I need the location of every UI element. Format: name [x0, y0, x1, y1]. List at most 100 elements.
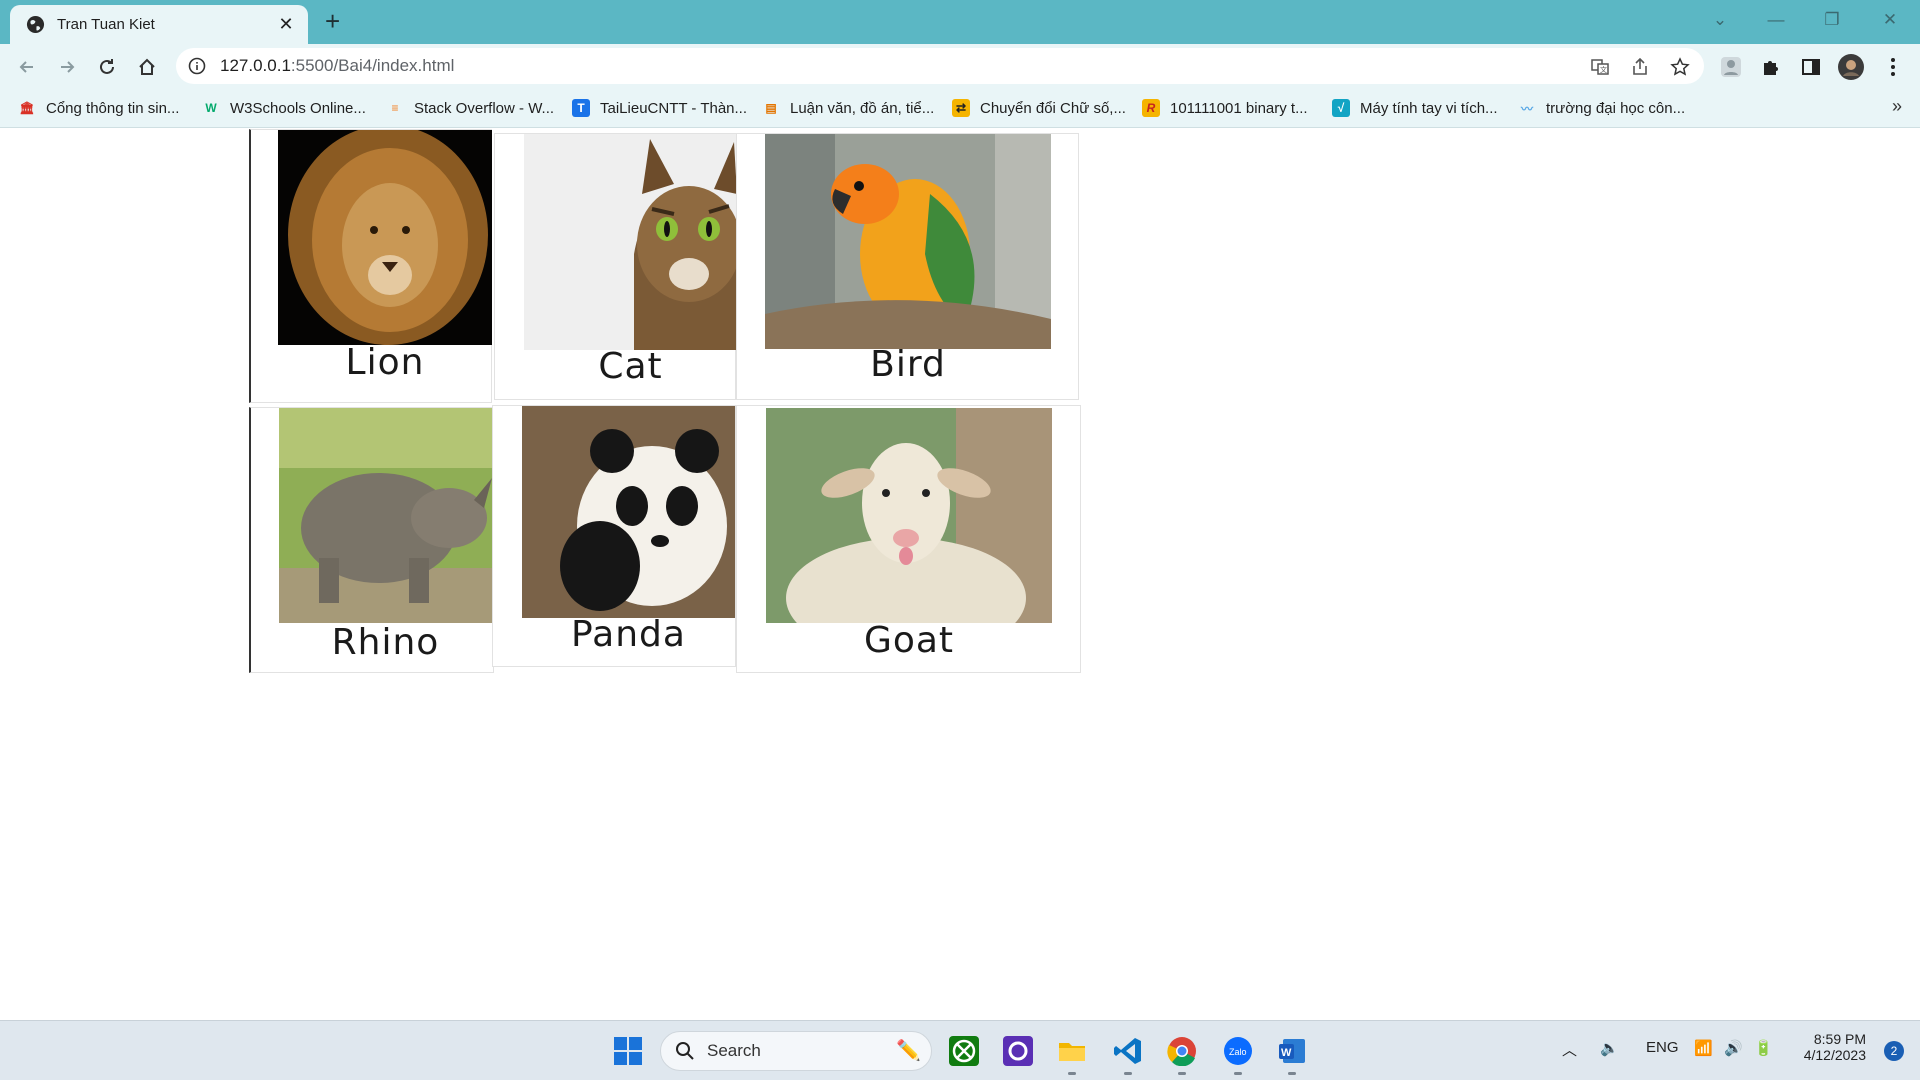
gallery-card-goat: Goat	[736, 405, 1081, 673]
site-info-icon[interactable]	[188, 57, 206, 75]
bookmark-star-icon[interactable]	[1670, 57, 1690, 77]
browser-toolbar: 127.0.0.1:5500/Bai4/index.html 文	[0, 44, 1920, 88]
bookmarks-overflow-icon[interactable]: »	[1892, 96, 1902, 117]
running-indicator	[1288, 1072, 1296, 1075]
person-extension-icon	[1721, 57, 1741, 77]
rhino-photo	[279, 408, 492, 623]
bookmark-item[interactable]: ▤ Luận văn, đồ án, tiể...	[762, 96, 934, 120]
bookmark-item[interactable]: ⇄ Chuyển đổi Chữ số,...	[952, 96, 1126, 120]
home-button[interactable]	[132, 52, 162, 82]
bookmark-item[interactable]: T TaiLieuCNTT - Thàn...	[572, 96, 747, 120]
reload-icon	[100, 59, 114, 74]
language-indicator[interactable]: ENG	[1646, 1039, 1679, 1056]
gallery-card-cat: Cat	[494, 133, 737, 400]
card-caption: Bird	[870, 344, 946, 385]
address-url: 127.0.0.1:5500/Bai4/index.html	[220, 56, 455, 75]
restore-button[interactable]: ❐	[1804, 0, 1860, 40]
avatar-icon	[1838, 54, 1864, 80]
taskbar-app-vscode[interactable]	[1110, 1033, 1146, 1075]
gallery-card-lion: Lion	[249, 129, 492, 403]
card-caption: Cat	[598, 346, 663, 387]
translate-icon[interactable]: 文	[1590, 57, 1610, 77]
address-bar[interactable]: 127.0.0.1:5500/Bai4/index.html 文	[176, 48, 1704, 84]
cat-photo	[524, 134, 737, 350]
speaker-icon[interactable]: 🔈	[1600, 1039, 1619, 1057]
folder-icon	[1059, 1043, 1085, 1061]
clock-date: 4/12/2023	[1803, 1047, 1866, 1063]
bookmark-item[interactable]: R 101111001 binary t...	[1142, 96, 1308, 120]
taskbar-app-xbox[interactable]	[946, 1033, 982, 1069]
profile-avatar-button[interactable]	[1838, 54, 1864, 80]
card-caption: Goat	[863, 620, 955, 661]
vscode-icon	[1114, 1038, 1141, 1064]
gallery-card-bird: Bird	[736, 133, 1079, 400]
taskbar-app-word[interactable]: W	[1274, 1033, 1310, 1075]
running-indicator	[1178, 1072, 1186, 1075]
system-clock[interactable]: 8:59 PM 4/12/2023	[1804, 1031, 1866, 1063]
side-panel-button[interactable]	[1798, 54, 1824, 80]
document-site-icon: ▤	[765, 101, 777, 115]
tab-search-chevron-icon[interactable]: ⌄	[1692, 0, 1748, 40]
word-icon: W	[1279, 1039, 1305, 1063]
browser-tab-active[interactable]: Tran Tuan Kiet ✕	[10, 5, 308, 44]
extensions-button[interactable]	[1758, 54, 1784, 80]
volume-icon[interactable]: 🔊	[1724, 1039, 1743, 1057]
zalo-icon: Zalo	[1224, 1037, 1252, 1065]
clipchamp-icon	[1003, 1036, 1033, 1066]
running-indicator	[1124, 1072, 1132, 1075]
taskbar-app-clipchamp[interactable]	[1000, 1033, 1036, 1069]
stackoverflow-icon: ≡	[391, 101, 399, 115]
bookmark-item[interactable]: ≡ Stack Overflow - W...	[386, 96, 554, 120]
goat-photo	[766, 408, 1052, 623]
profile-extension-button[interactable]	[1718, 54, 1744, 80]
show-hidden-icons-chevron-icon[interactable]: ︿	[1562, 1039, 1577, 1060]
taskbar-app-zalo[interactable]: Zalo	[1220, 1033, 1256, 1075]
globe-icon	[26, 15, 45, 34]
bookmark-item[interactable]: √ Máy tính tay vi tích...	[1332, 96, 1498, 120]
bookmark-item[interactable]: 〰 trường đại học côn...	[1518, 96, 1685, 120]
chrome-menu-button[interactable]	[1880, 54, 1906, 80]
share-icon[interactable]	[1630, 57, 1650, 77]
svg-text:Zalo: Zalo	[1229, 1047, 1247, 1057]
school-wave-icon: 〰	[1520, 101, 1533, 116]
tab-close-icon[interactable]: ✕	[276, 14, 296, 35]
back-button[interactable]	[12, 52, 42, 82]
notification-badge[interactable]: 2	[1884, 1041, 1904, 1061]
bookmark-item[interactable]: W W3Schools Online...	[202, 96, 366, 120]
arrow-right-icon	[61, 61, 75, 73]
bookmarks-bar: 🏛 Cổng thông tin sin... W W3Schools Online…	[0, 88, 1920, 128]
close-window-button[interactable]: ✕	[1862, 0, 1918, 40]
clock-time: 8:59 PM	[1813, 1031, 1866, 1047]
page-content: Lion Cat Bird Rhino Panda Goat	[0, 129, 1920, 1020]
bird-photo	[765, 134, 1051, 349]
running-indicator	[1234, 1072, 1242, 1075]
university-logo-icon: 🏛	[19, 101, 35, 115]
card-caption: Lion	[345, 342, 425, 383]
running-indicator	[1068, 1072, 1076, 1075]
search-placeholder: Search	[707, 1041, 761, 1060]
side-panel-icon	[1802, 59, 1820, 75]
start-button[interactable]	[610, 1033, 646, 1069]
calculator-site-icon: √	[1332, 99, 1350, 117]
tab-strip: Tran Tuan Kiet ✕ + ⌄ — ❐ ✕	[0, 0, 1920, 44]
arrow-left-icon	[19, 61, 33, 73]
minimize-button[interactable]: —	[1748, 0, 1804, 40]
forward-button[interactable]	[52, 52, 82, 82]
tab-title: Tran Tuan Kiet	[57, 16, 155, 33]
panda-photo	[522, 406, 735, 618]
taskbar-app-chrome[interactable]	[1164, 1033, 1200, 1075]
bookmark-item[interactable]: 🏛 Cổng thông tin sin...	[18, 96, 179, 120]
battery-icon[interactable]: 🔋	[1754, 1039, 1773, 1057]
search-icon	[676, 1042, 694, 1060]
new-tab-button[interactable]: +	[325, 8, 340, 34]
w3schools-icon: W	[205, 101, 217, 115]
svg-text:文: 文	[1600, 65, 1607, 74]
taskbar-search-box[interactable]: Search ✏️	[660, 1031, 932, 1071]
windows-logo-icon	[614, 1037, 642, 1065]
tailieucntt-icon: T	[572, 99, 590, 117]
card-caption: Rhino	[331, 622, 440, 663]
wifi-icon[interactable]: 📶	[1694, 1039, 1713, 1057]
taskbar-app-file-explorer[interactable]	[1054, 1033, 1090, 1075]
reload-button[interactable]	[92, 52, 122, 82]
gallery-card-panda: Panda	[492, 405, 736, 667]
